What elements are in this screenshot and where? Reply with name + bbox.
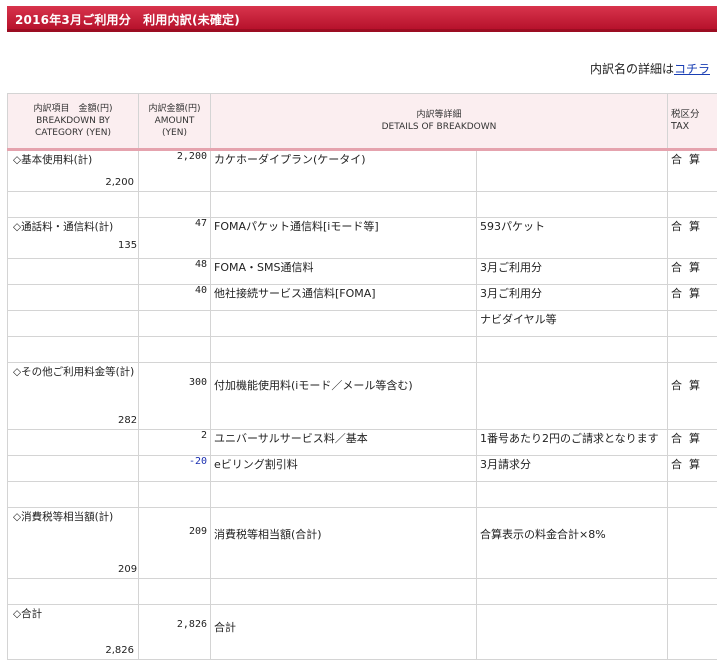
header-details-en: DETAILS OF BREAKDOWN [214,121,664,133]
header-tax: 税区分 TAX [668,94,717,150]
page-header: 2016年3月ご利用分 利用内訳(未確定) [7,6,717,32]
detail-cell: カケホーダイプラン(ケータイ) [211,150,477,192]
detail-link[interactable]: コチラ [674,62,710,76]
detail-cell: FOMAパケット通信料[iモード等] [211,218,477,259]
amount-cell [139,311,211,337]
header-category: 内訳項目 金額(円) BREAKDOWN BY CATEGORY (YEN) [8,94,139,150]
table-row: ナビダイヤル等 [8,311,717,337]
amount-cell: 2 [139,430,211,456]
detail-note-cell: 合算表示の料金合計×8% [477,508,668,579]
amount-cell: -20 [139,456,211,482]
breakdown-table: 内訳項目 金額(円) BREAKDOWN BY CATEGORY (YEN) 内… [7,93,717,660]
amount-cell: 2,826 [139,605,211,660]
header-tax-en: TAX [671,121,714,133]
category-cell: ◇基本使用料(計) 2,200 [8,150,139,192]
detail-note-cell [477,150,668,192]
table-row: 2 ユニバーサルサービス料／基本 1番号あたり2円のご請求となります 合算 [8,430,717,456]
category-total: 2,200 [105,177,134,188]
tax-cell [668,605,717,660]
tax-cell: 合算 [668,363,717,430]
category-cell: ◇通話料・通信料(計) 135 [8,218,139,259]
detail-cell: ユニバーサルサービス料／基本 [211,430,477,456]
spacer-row [8,192,717,218]
header-details-jp: 内訳等詳細 [214,109,664,121]
detail-note-cell [477,605,668,660]
detail-cell: 合計 [211,605,477,660]
category-cell: ◇消費税等相当額(計) 209 [8,508,139,579]
tax-cell: 合算 [668,285,717,311]
table-row: 40 他社接続サービス通信料[FOMA] 3月ご利用分 合算 [8,285,717,311]
table-row: -20 eビリング割引料 3月請求分 合算 [8,456,717,482]
category-total: 282 [118,415,137,426]
category-label: ◇消費税等相当額(計) [13,511,138,524]
tax-cell: 合算 [668,259,717,285]
detail-note-cell: 3月ご利用分 [477,285,668,311]
category-total: 135 [118,240,137,251]
detail-note-cell [477,363,668,430]
category-total: 209 [118,564,137,575]
tax-cell: 合算 [668,150,717,192]
amount-cell: 48 [139,259,211,285]
table-header-row: 内訳項目 金額(円) BREAKDOWN BY CATEGORY (YEN) 内… [8,94,717,150]
amount-cell: 47 [139,218,211,259]
tax-cell [668,508,717,579]
detail-cell: 付加機能使用料(iモード／メール等含む) [211,363,477,430]
spacer-row [8,579,717,605]
detail-note: 内訳名の詳細はコチラ [590,60,710,77]
header-amount-en2: (YEN) [142,127,207,139]
page-title: 2016年3月ご利用分 利用内訳(未確定) [15,11,240,28]
detail-note-cell: ナビダイヤル等 [477,311,668,337]
spacer-row [8,482,717,508]
detail-cell: FOMA・SMS通信料 [211,259,477,285]
detail-cell [211,311,477,337]
category-cell: ◇合計 2,826 [8,605,139,660]
detail-note-cell: 3月請求分 [477,456,668,482]
detail-cell: 他社接続サービス通信料[FOMA] [211,285,477,311]
category-label: ◇その他ご利用料金等(計) [13,366,138,379]
amount-cell: 40 [139,285,211,311]
amount-cell: 209 [139,508,211,579]
category-label: ◇合計 [13,608,138,621]
amount-cell: 300 [139,363,211,430]
table-body: ◇基本使用料(計) 2,200 2,200 カケホーダイプラン(ケータイ) 合算… [8,150,717,660]
detail-note-cell: 1番号あたり2円のご請求となります [477,430,668,456]
detail-note-text: 内訳名の詳細は [590,62,674,76]
header-amount-jp: 内訳金額(円) [142,103,207,115]
tax-cell: 合算 [668,456,717,482]
detail-cell: 消費税等相当額(合計) [211,508,477,579]
header-category-en2: CATEGORY (YEN) [11,127,135,139]
header-amount-en1: AMOUNT [142,115,207,127]
header-tax-jp: 税区分 [671,109,714,121]
table-row: ◇その他ご利用料金等(計) 282 300 付加機能使用料(iモード／メール等含… [8,363,717,430]
header-amount: 内訳金額(円) AMOUNT (YEN) [139,94,211,150]
table-row: ◇合計 2,826 2,826 合計 [8,605,717,660]
category-label: ◇通話料・通信料(計) [13,221,138,234]
category-label: ◇基本使用料(計) [13,154,138,167]
tax-cell [668,311,717,337]
header-category-en1: BREAKDOWN BY [11,115,135,127]
detail-note-cell: 593パケット [477,218,668,259]
detail-note-cell: 3月ご利用分 [477,259,668,285]
category-total: 2,826 [105,645,134,656]
tax-cell: 合算 [668,430,717,456]
table-row: ◇通話料・通信料(計) 135 47 FOMAパケット通信料[iモード等] 59… [8,218,717,259]
table-row: ◇消費税等相当額(計) 209 209 消費税等相当額(合計) 合算表示の料金合… [8,508,717,579]
table-row: ◇基本使用料(計) 2,200 2,200 カケホーダイプラン(ケータイ) 合算 [8,150,717,192]
category-cell: ◇その他ご利用料金等(計) 282 [8,363,139,430]
table-row: 48 FOMA・SMS通信料 3月ご利用分 合算 [8,259,717,285]
tax-cell: 合算 [668,218,717,259]
header-details: 内訳等詳細 DETAILS OF BREAKDOWN [211,94,668,150]
header-category-jp: 内訳項目 金額(円) [11,103,135,115]
detail-cell: eビリング割引料 [211,456,477,482]
spacer-row [8,337,717,363]
amount-cell: 2,200 [139,150,211,192]
